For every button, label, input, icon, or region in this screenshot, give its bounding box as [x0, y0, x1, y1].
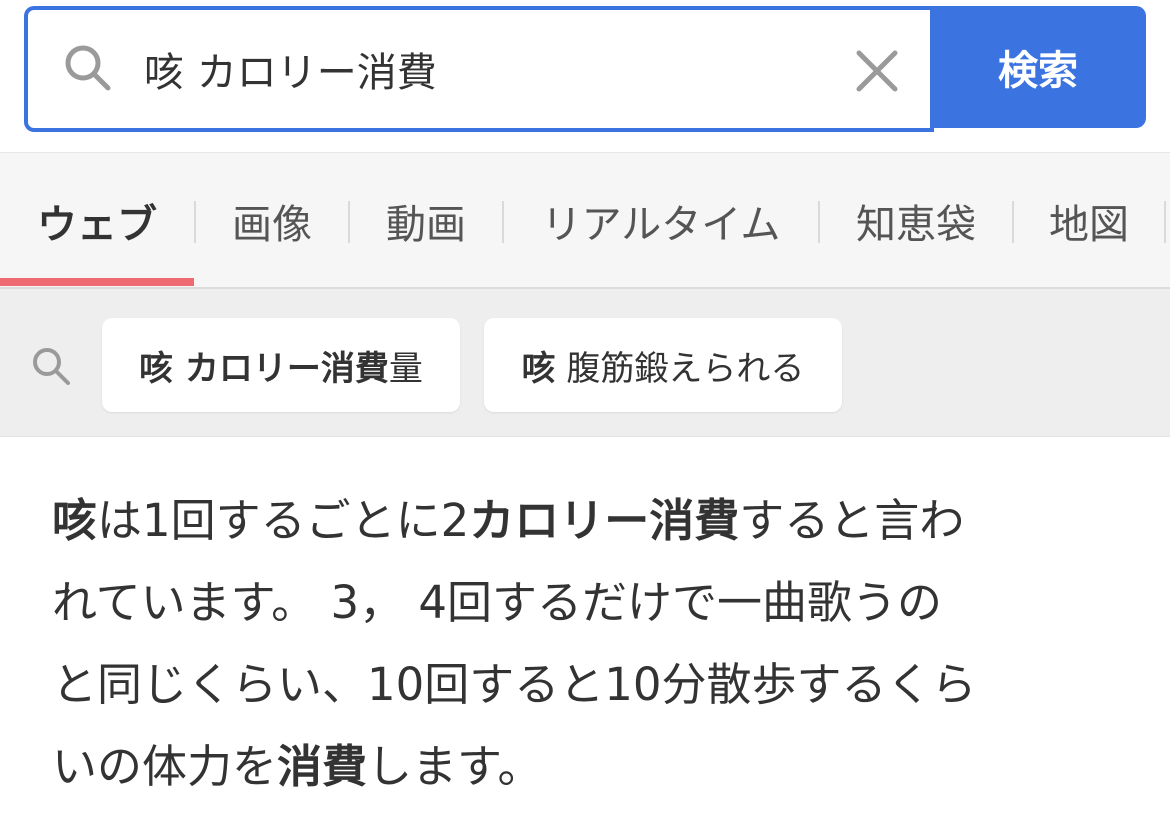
- answer-line: 咳は1回するごとに2カロリー消費すると言わ: [52, 480, 1122, 562]
- chip-bold-text: 咳: [521, 348, 556, 389]
- answer-text-bold: 咳: [52, 494, 98, 547]
- active-tab-indicator: [0, 278, 194, 286]
- tab-web[interactable]: ウェブ: [0, 153, 194, 289]
- answer-line: と同じくらい、10回すると10分散歩するくら: [52, 644, 1122, 726]
- related-searches: 咳 カロリー消費量 咳 腹筋鍛えられる: [0, 289, 1170, 437]
- answer-text-bold: 消費: [277, 740, 368, 793]
- search-icon: [65, 45, 111, 91]
- chip-text: 腹筋鍛えられる: [555, 348, 805, 389]
- chip-text: 量: [388, 348, 423, 389]
- answer-line: れています。 3， 4回するだけで一曲歌うの: [52, 562, 1122, 644]
- tab-map[interactable]: 地図: [1014, 153, 1164, 289]
- related-search-chip[interactable]: 咳 腹筋鍛えられる: [484, 318, 842, 412]
- tab-divider: [1164, 201, 1166, 243]
- answer-snippet: 咳は1回するごとに2カロリー消費すると言わ れています。 3， 4回するだけで一…: [52, 480, 1122, 808]
- related-search-chip[interactable]: 咳 カロリー消費量: [102, 318, 460, 412]
- search-box[interactable]: [24, 6, 934, 132]
- chip-bold-text: 咳 カロリー消費: [139, 348, 389, 389]
- search-bar: 検索: [24, 6, 1146, 132]
- answer-text: いの体力を: [52, 740, 278, 793]
- close-icon[interactable]: [854, 48, 900, 94]
- answer-text-bold: カロリー消費: [469, 494, 740, 547]
- tab-realtime[interactable]: リアルタイム: [504, 153, 818, 289]
- answer-text: すると言わ: [739, 494, 965, 547]
- tab-chiebukuro[interactable]: 知恵袋: [820, 153, 1012, 289]
- tab-images[interactable]: 画像: [196, 153, 348, 289]
- answer-text: します。: [367, 740, 543, 793]
- search-tabs: ウェブ 画像 動画 リアルタイム 知恵袋 地図: [0, 152, 1170, 289]
- answer-text: は1回するごとに2: [97, 494, 470, 547]
- tab-videos[interactable]: 動画: [350, 153, 502, 289]
- answer-text: れています。 3， 4回するだけで一曲歌うの: [52, 576, 943, 629]
- answer-text: と同じくらい、10回すると10分散歩するくら: [52, 658, 977, 711]
- search-icon: [33, 348, 70, 385]
- search-button[interactable]: 検索: [930, 6, 1146, 128]
- answer-line: いの体力を消費します。: [52, 726, 1122, 808]
- search-input[interactable]: [144, 32, 844, 106]
